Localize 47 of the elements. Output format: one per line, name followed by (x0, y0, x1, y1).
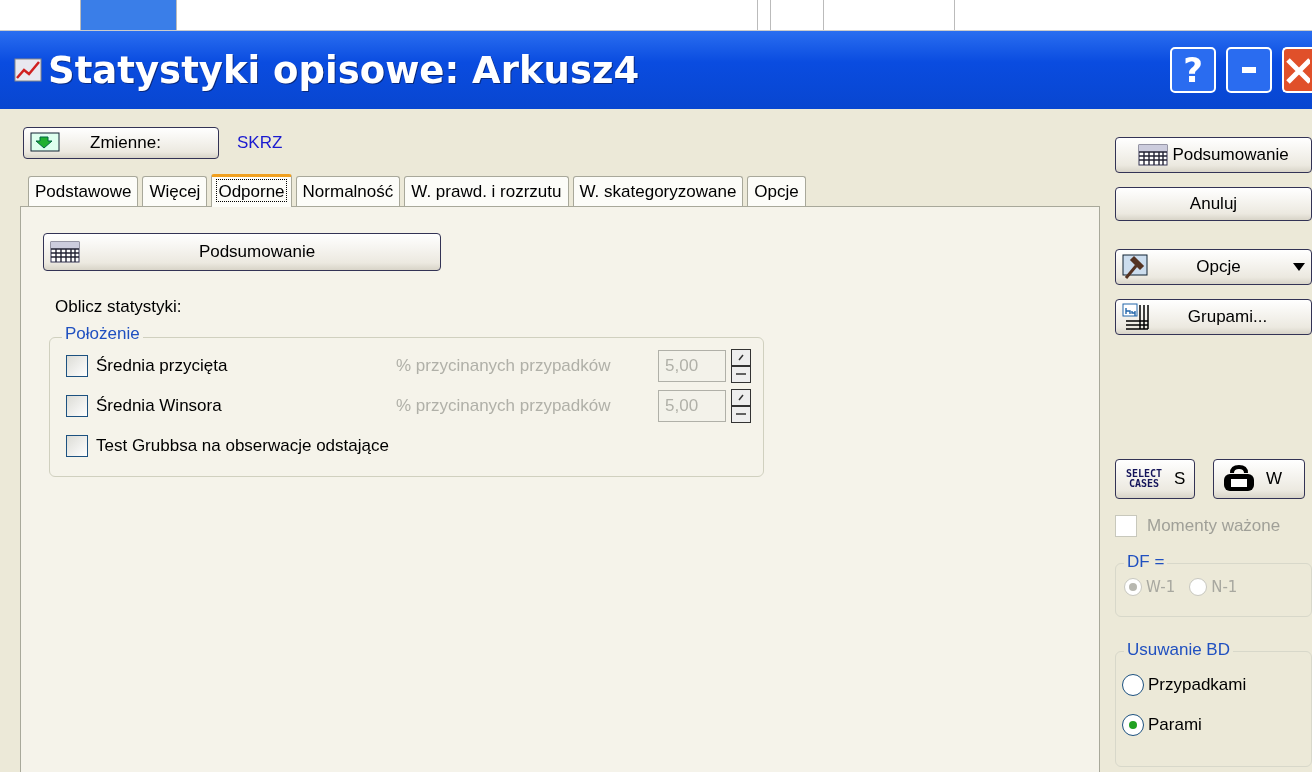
tab[interactable]: Więcej (142, 176, 208, 206)
arrow-down-icon (30, 132, 60, 154)
radio-label: Przypadkami (1148, 675, 1247, 695)
tab[interactable]: Podstawowe (28, 176, 139, 206)
weight-icon (1222, 465, 1256, 493)
radio-label: Parami (1148, 715, 1202, 735)
radio-button[interactable] (1122, 674, 1144, 696)
cancel-button[interactable]: Anuluj (1115, 187, 1312, 221)
checkbox-label: Średnia przycięta (96, 356, 229, 376)
select-cases-icon: SELECT CASES (1124, 468, 1164, 490)
close-button[interactable] (1282, 47, 1312, 93)
tab[interactable]: Odporne (211, 174, 292, 207)
radio-label: W-1 (1146, 578, 1176, 596)
hammer-icon (1122, 254, 1148, 280)
options-button[interactable]: Opcje (1115, 249, 1312, 285)
minimize-icon (1242, 67, 1256, 73)
tab[interactable]: W. prawd. i rozrzutu (404, 176, 569, 206)
field-label: % przycinanych przypadków (396, 356, 612, 376)
weight-button[interactable]: W (1213, 459, 1305, 499)
tab[interactable]: Opcje (747, 176, 806, 206)
close-icon (1286, 56, 1310, 84)
grid-icon (1122, 303, 1150, 331)
radio-label: N-1 (1211, 578, 1238, 596)
minimize-button[interactable] (1226, 47, 1272, 93)
section-label: Oblicz statystyki: (55, 297, 183, 317)
checkbox[interactable] (66, 435, 88, 457)
select-cases-button[interactable]: SELECT CASES S (1115, 459, 1195, 499)
radio-button[interactable] (1122, 714, 1144, 736)
checkbox-label: Średnia Winsora (96, 396, 223, 416)
chart-icon (14, 56, 42, 84)
variables-button[interactable]: Zmienne: (23, 127, 219, 159)
summary-button[interactable]: Podsumowanie (43, 233, 441, 271)
summary-button[interactable]: Podsumowanie (1115, 137, 1312, 173)
caret-icon (1293, 263, 1305, 271)
window-title: Statystyki opisowe: Arkusz4 (48, 48, 641, 92)
spin-arrows-icon[interactable] (731, 389, 751, 423)
groups-button[interactable]: Grupami... (1115, 299, 1312, 335)
variable-list: SKRZ (237, 133, 283, 153)
help-button[interactable]: ? (1170, 47, 1216, 93)
table-icon (50, 241, 80, 263)
field-label: % przycinanych przypadków (396, 396, 612, 416)
tab[interactable]: Normalność (295, 176, 401, 206)
checkbox-label: Momenty ważone (1147, 516, 1281, 536)
table-icon (1138, 144, 1169, 166)
tab[interactable]: W. skategoryzowane (572, 176, 744, 206)
spin-arrows-icon[interactable] (731, 349, 751, 383)
checkbox-label: Test Grubbsa na obserwacje odstające (96, 436, 389, 456)
